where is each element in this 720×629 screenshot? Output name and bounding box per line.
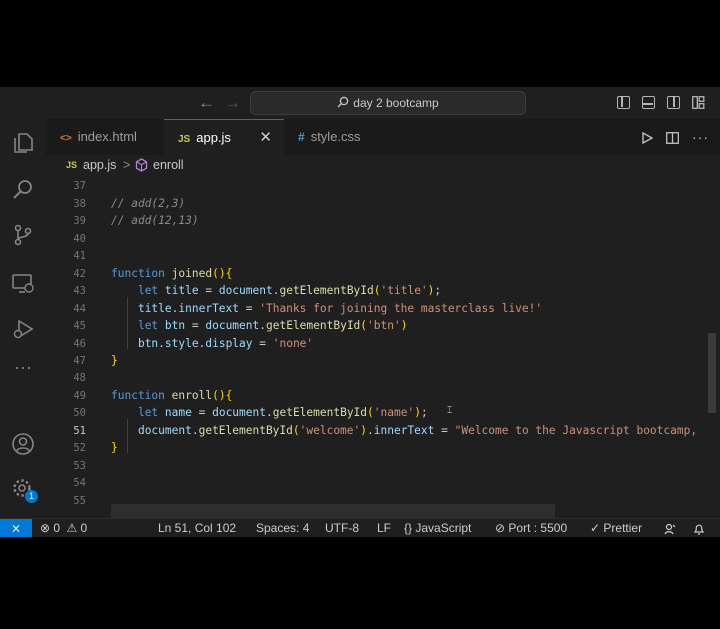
remote-indicator[interactable]: ⨯: [0, 519, 32, 537]
code-line[interactable]: function enroll(){: [111, 389, 232, 402]
indentation[interactable]: Spaces: 4: [256, 519, 309, 537]
code-line[interactable]: }: [111, 441, 118, 454]
line-number: 50: [73, 407, 86, 420]
mouse-cursor-icon: ⌶: [447, 405, 453, 415]
forward-button[interactable]: →: [224, 93, 241, 113]
close-tab-icon[interactable]: ✕: [259, 120, 272, 156]
live-server-port[interactable]: ⊘ Port : 5500: [495, 519, 567, 537]
breadcrumb-separator: >: [123, 158, 131, 172]
line-number: 54: [73, 477, 86, 490]
toggle-primary-sidebar-icon[interactable]: [617, 96, 630, 109]
html-file-icon: <>: [60, 133, 72, 144]
warning-count: 0: [80, 521, 88, 535]
js-file-icon: JS: [178, 134, 191, 145]
problems-indicator[interactable]: ⊗ 0 ⚠ 0: [40, 519, 87, 537]
code-line[interactable]: // add(2,3): [111, 197, 185, 210]
remote-icon: ⨯: [10, 521, 22, 535]
search-icon[interactable]: [11, 177, 35, 201]
command-center[interactable]: day 2 bootcamp: [250, 91, 526, 115]
line-number: 51: [73, 424, 86, 437]
line-number: 41: [73, 250, 86, 263]
horizontal-scrollbar[interactable]: [111, 504, 555, 518]
prettier-label: Prettier: [603, 521, 643, 535]
line-number: 42: [73, 267, 86, 280]
code-line[interactable]: title.innerText = 'Thanks for joining th…: [111, 302, 542, 315]
code-line[interactable]: let btn = document.getElementById('btn'): [111, 319, 408, 332]
tab-label: app.js: [196, 130, 231, 145]
line-number: 46: [73, 337, 86, 350]
accounts-icon[interactable]: [11, 432, 35, 456]
remote-explorer-icon[interactable]: [11, 271, 35, 295]
split-editor-icon[interactable]: [666, 131, 679, 149]
tab-index-html[interactable]: <> index.html: [46, 119, 164, 155]
run-play-icon[interactable]: [641, 131, 654, 149]
toggle-secondary-sidebar-icon[interactable]: [667, 96, 680, 109]
line-number: 39: [73, 215, 86, 228]
status-bar: ⨯ ⊗ 0 ⚠ 0 Ln 51, Col 102 Spaces: 4 UTF-8…: [0, 518, 720, 537]
tab-label: index.html: [77, 129, 137, 144]
js-file-icon: JS: [66, 160, 78, 170]
more-actions-icon[interactable]: ···: [692, 129, 709, 145]
tab-label: style.css: [310, 129, 361, 144]
editor-window: ← → day 2 bootcamp ··· 1 <> index.html J…: [0, 87, 720, 537]
toggle-panel-icon[interactable]: [642, 96, 655, 109]
line-number: 43: [73, 285, 86, 298]
feedback-icon[interactable]: [664, 522, 676, 537]
tab-style-css[interactable]: # style.css: [284, 119, 394, 155]
code-line[interactable]: let title = document.getElementById('tit…: [111, 284, 441, 297]
circle-slash-icon: ⊘: [495, 521, 506, 535]
encoding[interactable]: UTF-8: [325, 519, 359, 537]
search-icon: [337, 93, 349, 115]
line-number: 47: [73, 354, 86, 367]
line-number: 40: [73, 232, 86, 245]
code-line[interactable]: let name = document.getElementById('name…: [111, 406, 428, 419]
end-of-line[interactable]: LF: [377, 519, 391, 537]
braces-icon: {}: [404, 521, 413, 535]
language-mode[interactable]: {} JavaScript: [404, 519, 471, 537]
double-check-icon: ✓: [590, 521, 601, 535]
warning-icon: ⚠: [66, 521, 78, 535]
vertical-scrollbar[interactable]: [708, 333, 716, 413]
code-line[interactable]: btn.style.display = 'none': [111, 337, 313, 350]
line-number: 53: [73, 459, 86, 472]
line-number: 38: [73, 197, 86, 210]
line-number: 48: [73, 372, 86, 385]
line-number: 49: [73, 389, 86, 402]
breadcrumb: JS app.js > enroll: [46, 155, 720, 175]
source-control-icon[interactable]: [11, 223, 35, 247]
update-badge: 1: [25, 490, 38, 503]
code-line[interactable]: }: [111, 354, 118, 367]
code-editor[interactable]: 36}3738// add(2,3)39// add(12,13)404142f…: [46, 175, 720, 518]
prettier-status[interactable]: ✓ Prettier: [590, 519, 642, 537]
port-label: Port : 5500: [508, 521, 568, 535]
notifications-bell-icon[interactable]: [693, 522, 705, 537]
language-label: JavaScript: [415, 521, 472, 535]
command-center-text: day 2 bootcamp: [353, 96, 439, 110]
back-button[interactable]: ←: [198, 93, 215, 113]
explorer-icon[interactable]: [11, 131, 35, 155]
more-views-icon[interactable]: ···: [11, 355, 35, 379]
line-number: 45: [73, 320, 86, 333]
customize-layout-icon[interactable]: [692, 96, 705, 109]
line-number: 44: [73, 302, 86, 315]
breadcrumb-file[interactable]: app.js: [83, 155, 116, 175]
editor-tabs: <> index.html JS app.js ✕ # style.css: [46, 119, 720, 155]
line-number: 37: [73, 180, 86, 193]
code-line[interactable]: document.getElementById('welcome').inner…: [111, 424, 697, 437]
title-bar: ← → day 2 bootcamp: [0, 87, 720, 119]
error-count: 0: [53, 521, 61, 535]
line-number: 52: [73, 442, 86, 455]
run-and-debug-icon[interactable]: [11, 317, 35, 341]
css-file-icon: #: [298, 130, 305, 144]
manage-gear-icon[interactable]: 1: [11, 477, 38, 503]
error-icon: ⊗: [40, 521, 51, 535]
line-number: 55: [73, 494, 86, 507]
code-line[interactable]: // add(12,13): [111, 214, 199, 227]
breadcrumb-symbol[interactable]: enroll: [153, 155, 184, 175]
cursor-position[interactable]: Ln 51, Col 102: [158, 519, 236, 537]
activity-bar: ··· 1: [0, 119, 46, 518]
code-line[interactable]: function joined(){: [111, 267, 232, 280]
tab-app-js[interactable]: JS app.js ✕: [164, 119, 284, 155]
